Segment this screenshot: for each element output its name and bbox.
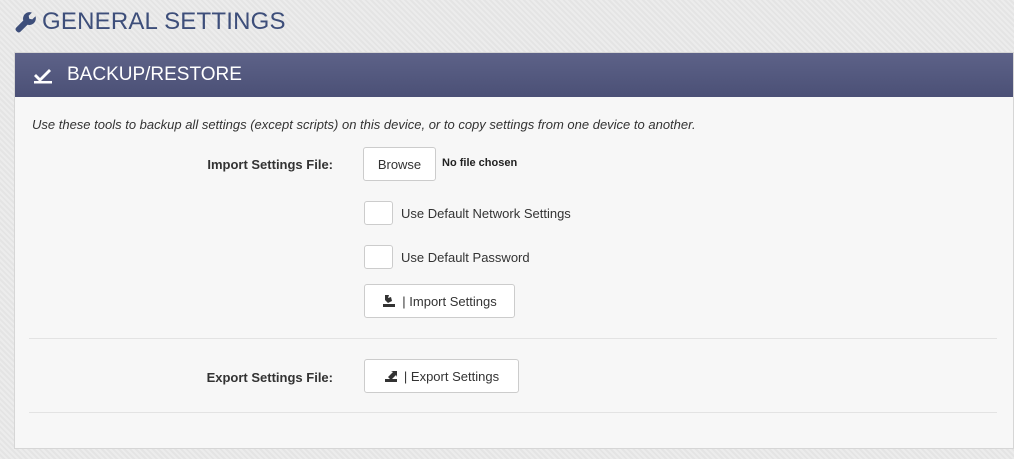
default-network-checkbox[interactable] (364, 201, 393, 225)
import-settings-button-label: | Import Settings (402, 293, 497, 309)
divider (29, 412, 997, 413)
backup-restore-icon (34, 69, 52, 84)
file-status: No file chosen (442, 157, 518, 169)
panel-heading: BACKUP/RESTORE (15, 53, 1013, 97)
default-network-label: Use Default Network Settings (401, 206, 571, 221)
backup-restore-panel: BACKUP/RESTORE Use these tools to backup… (14, 52, 1014, 449)
export-settings-button[interactable]: | Export Settings (364, 359, 519, 393)
import-settings-label: Import Settings File: (207, 157, 333, 172)
page-title: GENERAL SETTINGS (42, 8, 286, 35)
default-password-checkbox[interactable] (364, 245, 393, 269)
import-icon (383, 294, 396, 307)
export-settings-label: Export Settings File: (206, 370, 333, 385)
browse-button[interactable]: Browse (363, 147, 436, 181)
page-header: GENERAL SETTINGS (14, 6, 286, 38)
export-icon (384, 370, 397, 382)
export-settings-button-label: | Export Settings (403, 368, 500, 384)
default-password-label: Use Default Password (401, 250, 530, 265)
panel-title: BACKUP/RESTORE (67, 64, 242, 85)
panel-description: Use these tools to backup all settings (… (32, 117, 696, 132)
wrench-icon (15, 12, 36, 33)
import-settings-button[interactable]: | Import Settings (364, 284, 515, 318)
divider (29, 338, 997, 339)
